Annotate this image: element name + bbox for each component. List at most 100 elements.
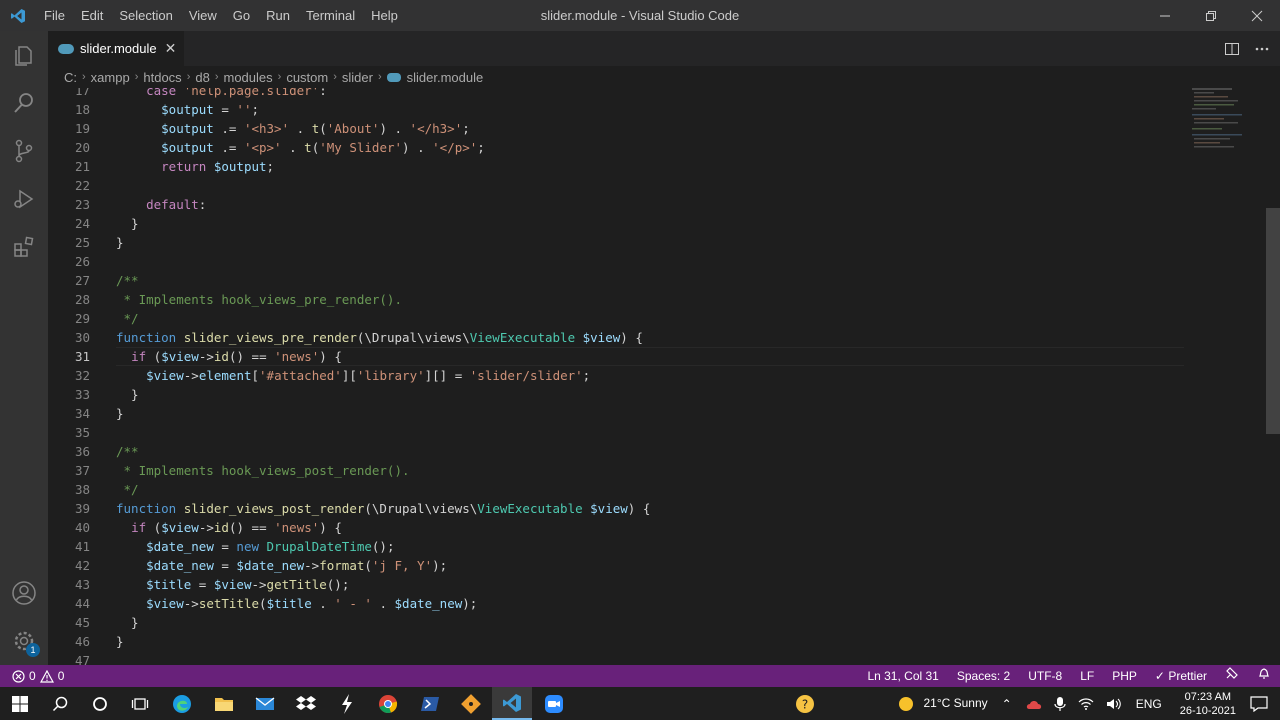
start-button[interactable]	[0, 687, 40, 720]
line-number[interactable]: 27	[48, 271, 90, 290]
breadcrumb-item[interactable]: slider	[342, 70, 373, 85]
line-number[interactable]: 39	[48, 499, 90, 518]
line-number[interactable]: 26	[48, 252, 90, 271]
code-line[interactable]: 30 function slider_views_pre_render(\Drup…	[48, 328, 1188, 347]
chrome-app[interactable]	[368, 687, 408, 720]
notifications-button[interactable]	[1248, 665, 1280, 687]
code-line[interactable]: 39 function slider_views_post_render(\Dru…	[48, 499, 1188, 518]
line-number[interactable]: 42	[48, 556, 90, 575]
clock[interactable]: 07:23 AM 26-10-2021	[1170, 690, 1246, 718]
line-number[interactable]: 21	[48, 157, 90, 176]
code-line[interactable]: 20 $output .= '<p>' . t('My Slider') . '…	[48, 138, 1188, 157]
menu-run[interactable]: Run	[258, 0, 298, 31]
wifi-icon[interactable]	[1078, 697, 1094, 711]
line-number[interactable]: 25	[48, 233, 90, 252]
breadcrumb-item[interactable]: modules	[224, 70, 273, 85]
line-number[interactable]: 23	[48, 195, 90, 214]
line-number[interactable]: 43	[48, 575, 90, 594]
tray-chevron-up-icon[interactable]: ⌃	[994, 697, 1020, 711]
task-view-button[interactable]	[120, 687, 160, 720]
git-app[interactable]	[451, 687, 491, 720]
close-window-button[interactable]	[1234, 0, 1280, 31]
tab-slider-module[interactable]: slider.module ✕	[48, 31, 184, 66]
line-number[interactable]: 18	[48, 100, 90, 119]
code-line[interactable]: 44 $view->setTitle($title . ' - ' . $dat…	[48, 594, 1188, 613]
code-line[interactable]: 47	[48, 651, 1188, 665]
line-number[interactable]: 37	[48, 461, 90, 480]
breadcrumb-item[interactable]: xampp	[91, 70, 130, 85]
code-line[interactable]: 22	[48, 176, 1188, 195]
cortana-button[interactable]	[80, 687, 120, 720]
menu-terminal[interactable]: Terminal	[298, 0, 363, 31]
weather-widget[interactable]: 21°C Sunny	[892, 696, 994, 712]
manage-button[interactable]: 1	[0, 617, 48, 665]
line-number[interactable]: 19	[48, 119, 90, 138]
code-line[interactable]: 17 case 'help.page.slider':	[48, 88, 1188, 100]
code-line[interactable]: 38 */	[48, 480, 1188, 499]
code-line[interactable]: 23 default:	[48, 195, 1188, 214]
line-number[interactable]: 41	[48, 537, 90, 556]
code-line[interactable]: 32 $view->element['#attached']['library'…	[48, 366, 1188, 385]
accounts-button[interactable]	[0, 569, 48, 617]
split-editor-icon[interactable]	[1224, 41, 1240, 57]
line-number[interactable]: 44	[48, 594, 90, 613]
menu-help[interactable]: Help	[363, 0, 406, 31]
tab-close-icon[interactable]: ✕	[165, 41, 177, 57]
line-number[interactable]: 33	[48, 385, 90, 404]
code-editor[interactable]: 17 case 'help.page.slider': 18 $output = …	[48, 88, 1280, 665]
prettier-status[interactable]: ✓ Prettier	[1146, 665, 1216, 687]
breadcrumb-item[interactable]: slider.module	[407, 70, 484, 85]
code-line[interactable]: 33 }	[48, 385, 1188, 404]
code-line[interactable]: 27 /**	[48, 271, 1188, 290]
line-number[interactable]: 38	[48, 480, 90, 499]
code-line[interactable]: 41 $date_new = new DrupalDateTime();	[48, 537, 1188, 556]
input-language[interactable]: ENG	[1128, 697, 1170, 711]
line-number[interactable]: 30	[48, 328, 90, 347]
code-line[interactable]: 35	[48, 423, 1188, 442]
extensions-button[interactable]	[0, 223, 48, 271]
code-line[interactable]: 18 $output = '';	[48, 100, 1188, 119]
restore-button[interactable]	[1188, 0, 1234, 31]
help-app[interactable]: ?	[785, 687, 825, 720]
vscode-app[interactable]	[492, 687, 532, 720]
line-number[interactable]: 47	[48, 651, 90, 665]
line-number[interactable]: 24	[48, 214, 90, 233]
edge-app[interactable]	[162, 687, 202, 720]
breadcrumb-item[interactable]: C:	[64, 70, 77, 85]
cursor-position[interactable]: Ln 31, Col 31	[858, 665, 947, 687]
line-number[interactable]: 34	[48, 404, 90, 423]
minimize-button[interactable]	[1142, 0, 1188, 31]
line-number[interactable]: 28	[48, 290, 90, 309]
source-control-button[interactable]	[0, 127, 48, 175]
line-number[interactable]: 29	[48, 309, 90, 328]
line-number[interactable]: 40	[48, 518, 90, 537]
taskbar-search-button[interactable]	[40, 687, 80, 720]
code-line[interactable]: 28 * Implements hook_views_pre_render().	[48, 290, 1188, 309]
code-line[interactable]: 42 $date_new = $date_new->format('j F, Y…	[48, 556, 1188, 575]
powershell-app[interactable]	[410, 687, 450, 720]
volume-icon[interactable]	[1106, 697, 1122, 711]
code-line[interactable]: 34}	[48, 404, 1188, 423]
code-line[interactable]: 26	[48, 252, 1188, 271]
code-line[interactable]: 19 $output .= '<h3>' . t('About') . '</h…	[48, 119, 1188, 138]
dropbox-app[interactable]	[286, 687, 326, 720]
mail-app[interactable]	[245, 687, 285, 720]
encoding[interactable]: UTF-8	[1019, 665, 1071, 687]
line-number[interactable]: 45	[48, 613, 90, 632]
search-button[interactable]	[0, 79, 48, 127]
menu-view[interactable]: View	[181, 0, 225, 31]
indentation[interactable]: Spaces: 2	[948, 665, 1019, 687]
feedback-button[interactable]	[1216, 665, 1248, 687]
end-of-line[interactable]: LF	[1071, 665, 1103, 687]
vertical-scrollbar-thumb[interactable]	[1266, 208, 1280, 434]
zoom-app[interactable]	[534, 687, 574, 720]
minimap[interactable]	[1188, 88, 1266, 665]
code-line[interactable]: 31 if ($view->id() == 'news') {	[48, 347, 1188, 366]
code-line[interactable]: 40 if ($view->id() == 'news') {	[48, 518, 1188, 537]
more-actions-icon[interactable]	[1254, 41, 1270, 57]
breadcrumb-item[interactable]: htdocs	[143, 70, 181, 85]
line-number[interactable]: 20	[48, 138, 90, 157]
line-number[interactable]: 17	[48, 88, 90, 100]
menu-go[interactable]: Go	[225, 0, 258, 31]
code-line[interactable]: 36 /**	[48, 442, 1188, 461]
